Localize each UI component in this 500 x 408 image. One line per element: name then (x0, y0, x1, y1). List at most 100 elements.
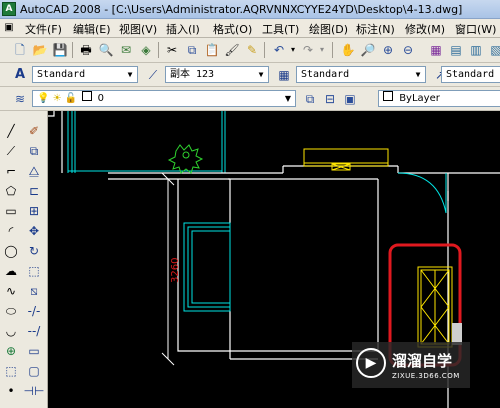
block-editor-icon[interactable]: ✎ (244, 42, 260, 58)
door-swing-top (397, 172, 447, 214)
dimension-style-dropdown[interactable]: 副本 123 ▼ (165, 66, 269, 83)
play-logo-icon: ▶ (356, 348, 386, 378)
offset-icon[interactable]: ⊏ (26, 183, 42, 199)
match-properties-icon[interactable]: 🖌 (224, 42, 240, 58)
table-style-value: Standard (301, 69, 350, 80)
mirror-icon[interactable]: ⧋ (26, 163, 42, 179)
open-folder-icon[interactable]: 📂 (32, 42, 48, 58)
stretch-icon[interactable]: ⧅ (26, 283, 42, 299)
extend-icon[interactable]: --/ (26, 323, 42, 339)
chamfer-icon[interactable]: ⊣⊢ (24, 383, 45, 399)
layer-states-icon[interactable]: ▣ (342, 91, 358, 107)
copy-icon[interactable]: ⧉ (184, 42, 200, 58)
3d-dwf-icon[interactable]: ◈ (138, 42, 154, 58)
menu-insert[interactable]: 插入(I) (166, 21, 200, 37)
undo-dropdown-icon[interactable]: ▾ (285, 42, 301, 58)
menu-view[interactable]: 视图(V) (119, 21, 157, 37)
ellipse-arc-icon[interactable]: ◡ (3, 323, 19, 339)
styles-toolbar: A Standard ▼ ⟋ 副本 123 ▼ ▦ Standard ▼ ↗ S… (0, 63, 500, 87)
zoom-realtime-icon[interactable]: 🔎 (360, 42, 376, 58)
chevron-down-icon[interactable]: ▼ (282, 92, 294, 105)
toolbar-separator (332, 42, 333, 58)
lightbulb-icon: 💡 (37, 93, 50, 104)
print-preview-icon[interactable]: 🔍 (98, 42, 114, 58)
save-icon[interactable]: 💾 (52, 42, 68, 58)
redo-dropdown-icon[interactable]: ▾ (314, 42, 330, 58)
zoom-previous-icon[interactable]: ⊖ (400, 42, 416, 58)
text-style-icon[interactable]: A (12, 67, 28, 83)
color-dropdown[interactable]: ByLayer (378, 90, 500, 107)
copy-object-icon[interactable]: ⧉ (26, 143, 42, 159)
color-swatch (383, 91, 393, 101)
cut-icon[interactable]: ✂ (164, 42, 180, 58)
multileader-style-value: Standard (446, 69, 495, 80)
polyline-icon[interactable]: ⌐ (3, 163, 19, 179)
chevron-down-icon[interactable]: ▼ (124, 68, 136, 81)
line-icon[interactable]: ╱ (3, 123, 19, 139)
document-menu-icon[interactable]: ▣ (2, 20, 16, 36)
design-center-icon[interactable]: ▤ (448, 42, 464, 58)
title-bar[interactable]: A AutoCAD 2008 - [C:\Users\Administrator… (0, 0, 500, 19)
construction-line-icon[interactable]: ⟋ (3, 143, 19, 159)
break-icon[interactable]: ▭ (26, 343, 42, 359)
menu-file[interactable]: 文件(F) (25, 21, 62, 37)
chevron-down-icon[interactable]: ▼ (412, 68, 424, 81)
print-icon[interactable]: 🖶 (78, 42, 94, 58)
menu-dimension[interactable]: 标注(N) (356, 21, 395, 37)
chevron-down-icon[interactable]: ▼ (255, 68, 267, 81)
publish-icon[interactable]: ✉ (118, 42, 134, 58)
menu-tools[interactable]: 工具(T) (262, 21, 299, 37)
make-object-layer-current-icon[interactable]: ⧉ (302, 91, 318, 107)
color-value: ByLayer (399, 93, 440, 104)
toolbar-separator (264, 42, 265, 58)
menu-draw[interactable]: 绘图(D) (309, 21, 348, 37)
paste-icon[interactable]: 📋 (204, 42, 220, 58)
move-icon[interactable]: ✥ (26, 223, 42, 239)
trim-icon[interactable]: -/- (26, 303, 42, 319)
multileader-style-dropdown[interactable]: Standard (441, 66, 500, 83)
arc-icon[interactable]: ◜ (3, 223, 19, 239)
properties-icon[interactable]: ▦ (428, 42, 444, 58)
layers-toolbar: ≋ 💡 ☀ 🔓 0 ▼ ⧉ ⊟ ▣ ByLayer (0, 87, 500, 111)
table-style-icon[interactable]: ▦ (276, 67, 292, 83)
make-block-icon[interactable]: ⬚ (3, 363, 19, 379)
new-file-icon[interactable]: 🗋 (12, 42, 28, 58)
watermark: ▶ 溜溜自学 ZIXUE.3D66.COM (352, 342, 470, 388)
menu-bar: ▣ 文件(F) 编辑(E) 视图(V) 插入(I) 格式(O) 工具(T) 绘图… (0, 19, 500, 38)
erase-icon[interactable]: ✐ (26, 123, 42, 139)
insert-block-icon[interactable]: ⊕ (3, 343, 19, 359)
text-style-dropdown[interactable]: Standard ▼ (32, 66, 138, 83)
rectangle-icon[interactable]: ▭ (3, 203, 19, 219)
pan-realtime-icon[interactable]: ✋ (340, 42, 356, 58)
point-icon[interactable]: • (3, 383, 19, 399)
furniture-cabinet (303, 148, 389, 171)
layer-manager-icon[interactable]: ≋ (12, 91, 28, 107)
toolbar-separator (72, 42, 73, 58)
polygon-icon[interactable]: ⬠ (3, 183, 19, 199)
sheet-set-icon[interactable]: ▧ (488, 42, 500, 58)
spline-icon[interactable]: ∿ (3, 283, 19, 299)
ellipse-icon[interactable]: ⬭ (3, 303, 19, 319)
table-style-dropdown[interactable]: Standard ▼ (296, 66, 426, 83)
array-icon[interactable]: ⊞ (26, 203, 42, 219)
wardrobe-symbol (417, 266, 453, 348)
menu-window[interactable]: 窗口(W) (455, 21, 496, 37)
rotate-icon[interactable]: ↻ (26, 243, 42, 259)
toolbar-separator (158, 42, 159, 58)
revision-cloud-icon[interactable]: ☁ (3, 263, 19, 279)
dimension-style-icon[interactable]: ⟋ (145, 67, 161, 83)
menu-format[interactable]: 格式(O) (213, 21, 252, 37)
layer-dropdown[interactable]: 💡 ☀ 🔓 0 ▼ (32, 90, 296, 107)
autocad-app-icon[interactable]: A (2, 2, 16, 16)
menu-modify[interactable]: 修改(M) (405, 21, 445, 37)
zoom-window-icon[interactable]: ⊕ (380, 42, 396, 58)
watermark-url: ZIXUE.3D66.COM (392, 372, 460, 380)
scale-icon[interactable]: ⬚ (26, 263, 42, 279)
layer-previous-icon[interactable]: ⊟ (322, 91, 338, 107)
tool-palettes-icon[interactable]: ▥ (468, 42, 484, 58)
top-window (67, 111, 226, 173)
join-icon[interactable]: ▢ (26, 363, 42, 379)
circle-icon[interactable]: ◯ (3, 243, 19, 259)
layer-color-swatch (82, 91, 93, 101)
menu-edit[interactable]: 编辑(E) (73, 21, 111, 37)
